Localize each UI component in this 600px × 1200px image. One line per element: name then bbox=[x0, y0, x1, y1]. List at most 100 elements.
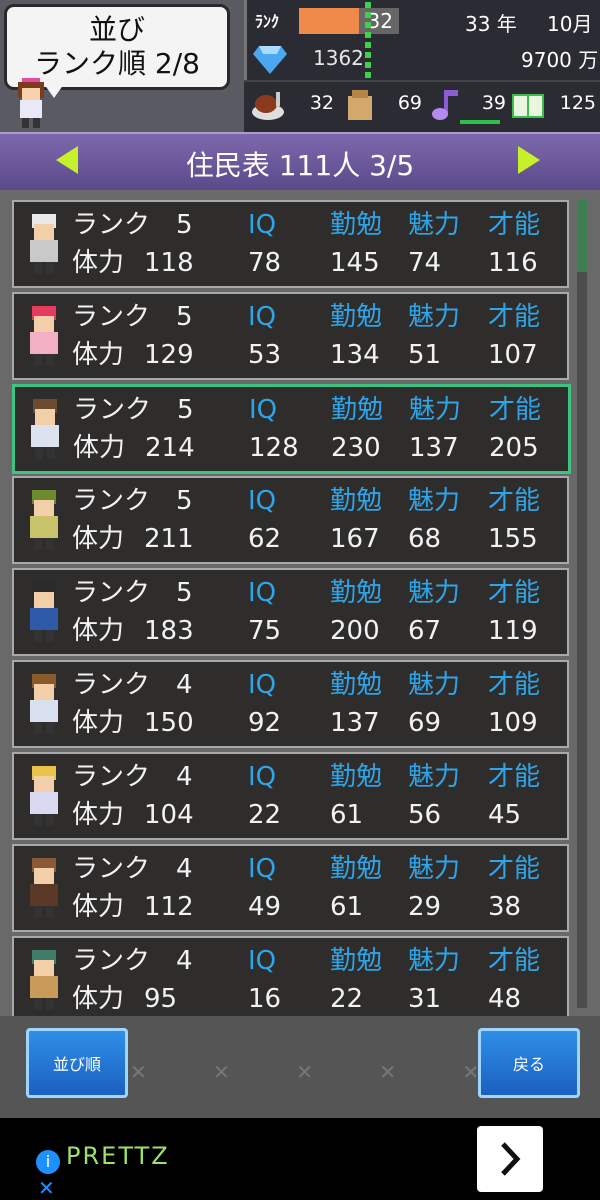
study-label: 勤勉 bbox=[330, 670, 383, 700]
hp-label: 体力 bbox=[72, 984, 125, 1014]
talent-value: 38 bbox=[488, 892, 522, 922]
resident-row[interactable]: ランク 4 IQ 勤勉 魅力 才能 体力 112 49 61 29 38 bbox=[12, 844, 569, 932]
rank-value: 4 bbox=[176, 670, 193, 700]
study-value: 137 bbox=[330, 708, 380, 738]
resident-avatar-icon bbox=[31, 399, 59, 459]
talent-value: 48 bbox=[488, 984, 522, 1014]
iq-value: 53 bbox=[248, 340, 282, 370]
talent-label: 才能 bbox=[488, 210, 541, 240]
hp-value: 104 bbox=[144, 800, 194, 830]
iq-value: 78 bbox=[248, 248, 282, 278]
resident-avatar-icon bbox=[30, 674, 58, 734]
hp-value: 95 bbox=[144, 984, 178, 1014]
rank-value: 5 bbox=[176, 578, 193, 608]
talent-value: 119 bbox=[488, 616, 538, 646]
charm-label: 魅力 bbox=[408, 670, 461, 700]
bottom-button-bar: ✕ ✕ ✕ ✕ ✕ 並び順 戻る bbox=[0, 1016, 600, 1118]
rank-label: ランク bbox=[73, 395, 152, 425]
decorative-x-pattern: ✕ ✕ ✕ ✕ ✕ bbox=[130, 1060, 510, 1084]
study-label: 勤勉 bbox=[330, 210, 383, 240]
rank-value: 5 bbox=[176, 486, 193, 516]
resident-row[interactable]: ランク 4 IQ 勤勉 魅力 才能 体力 95 16 22 31 48 bbox=[12, 936, 569, 1016]
bag-icon bbox=[348, 90, 372, 120]
iq-value: 62 bbox=[248, 524, 282, 554]
page-title: 住民表 111人 3/5 bbox=[185, 149, 415, 182]
charm-value: 68 bbox=[408, 524, 442, 554]
stats-panel: ﾗﾝｸ 32 1362 33 年 10月 9700 万 bbox=[244, 0, 600, 80]
rank-label: ﾗﾝｸ bbox=[255, 12, 280, 31]
charm-value: 67 bbox=[408, 616, 442, 646]
talent-label: 才能 bbox=[488, 578, 541, 608]
talent-label: 才能 bbox=[488, 670, 541, 700]
music-level-line bbox=[460, 120, 500, 124]
charm-label: 魅力 bbox=[408, 578, 461, 608]
hp-value: 183 bbox=[144, 616, 194, 646]
ad-banner[interactable]: i ✕ PRETTZ bbox=[0, 1118, 600, 1200]
study-label: 勤勉 bbox=[330, 302, 383, 332]
hp-value: 214 bbox=[145, 433, 195, 463]
ad-close-icon[interactable]: ✕ bbox=[38, 1176, 55, 1200]
hp-label: 体力 bbox=[72, 524, 125, 554]
books-resource: 125 bbox=[510, 88, 596, 124]
iq-label: IQ bbox=[248, 302, 277, 332]
charm-value: 74 bbox=[408, 248, 442, 278]
iq-value: 22 bbox=[248, 800, 282, 830]
study-label: 勤勉 bbox=[330, 762, 383, 792]
talent-value: 45 bbox=[488, 800, 522, 830]
sort-title: 並び bbox=[88, 13, 145, 46]
iq-label: IQ bbox=[248, 946, 277, 976]
iq-value: 128 bbox=[249, 433, 299, 463]
goods-count: 69 bbox=[397, 92, 422, 114]
charm-label: 魅力 bbox=[409, 395, 462, 425]
food-icon bbox=[252, 92, 284, 120]
study-label: 勤勉 bbox=[330, 946, 383, 976]
resident-row[interactable]: ランク 4 IQ 勤勉 魅力 才能 体力 104 22 61 56 45 bbox=[12, 752, 569, 840]
back-button[interactable]: 戻る bbox=[478, 1028, 580, 1098]
hp-label: 体力 bbox=[72, 340, 125, 370]
iq-value: 92 bbox=[248, 708, 282, 738]
rank-value: 5 bbox=[176, 210, 193, 240]
study-value: 145 bbox=[330, 248, 380, 278]
rank-label: ランク bbox=[72, 762, 151, 792]
resident-row[interactable]: ランク 5 IQ 勤勉 魅力 才能 体力 118 78 145 74 116 bbox=[12, 200, 569, 288]
study-label: 勤勉 bbox=[331, 395, 384, 425]
charm-label: 魅力 bbox=[408, 210, 461, 240]
resident-row[interactable]: ランク 5 IQ 勤勉 魅力 才能 体力 129 53 134 51 107 bbox=[12, 292, 569, 380]
talent-value: 155 bbox=[488, 524, 538, 554]
study-label: 勤勉 bbox=[330, 854, 383, 884]
charm-value: 137 bbox=[409, 433, 459, 463]
study-value: 134 bbox=[330, 340, 380, 370]
hp-label: 体力 bbox=[72, 892, 125, 922]
study-label: 勤勉 bbox=[330, 486, 383, 516]
rank-value: 4 bbox=[176, 762, 193, 792]
rank-value: 5 bbox=[176, 302, 193, 332]
rank-label: ランク bbox=[72, 302, 151, 332]
resident-avatar-icon bbox=[30, 306, 58, 366]
resident-row[interactable]: ランク 5 IQ 勤勉 魅力 才能 体力 211 62 167 68 155 bbox=[12, 476, 569, 564]
scrollbar-thumb[interactable] bbox=[577, 200, 587, 272]
food-count: 32 bbox=[309, 92, 334, 114]
resident-list[interactable]: ランク 5 IQ 勤勉 魅力 才能 体力 118 78 145 74 116 ランク 5 IQ 勤勉 魅力 才能体… bbox=[0, 190, 600, 1016]
rank-progress-fill bbox=[299, 8, 359, 34]
charm-value: 29 bbox=[408, 892, 442, 922]
gem-icon bbox=[253, 46, 287, 74]
charm-value: 69 bbox=[408, 708, 442, 738]
sort-order-button[interactable]: 並び順 bbox=[26, 1028, 128, 1098]
charm-label: 魅力 bbox=[408, 762, 461, 792]
talent-label: 才能 bbox=[489, 395, 542, 425]
resident-row[interactable]: ランク 4 IQ 勤勉 魅力 才能 体力 150 92 137 69 109 bbox=[12, 660, 569, 748]
music-resource: 39 bbox=[428, 88, 506, 124]
next-page-arrow-icon[interactable] bbox=[518, 146, 540, 174]
talent-label: 才能 bbox=[488, 486, 541, 516]
gem-count: 1362 bbox=[313, 46, 364, 70]
resident-avatar-icon bbox=[30, 950, 58, 1010]
study-value: 61 bbox=[330, 892, 364, 922]
talent-value: 205 bbox=[489, 433, 539, 463]
list-scrollbar[interactable] bbox=[577, 200, 587, 1008]
ad-info-icon[interactable]: i bbox=[36, 1150, 60, 1174]
talent-label: 才能 bbox=[488, 854, 541, 884]
resident-row[interactable]: ランク 5 IQ 勤勉 魅力 才能 体力 183 75 200 67 119 bbox=[12, 568, 569, 656]
ad-next-arrow-icon[interactable] bbox=[477, 1126, 543, 1192]
iq-label: IQ bbox=[248, 762, 277, 792]
resident-row[interactable]: ランク 5 IQ 勤勉 魅力 才能 体力 214 128 230 137 205 bbox=[12, 384, 571, 474]
